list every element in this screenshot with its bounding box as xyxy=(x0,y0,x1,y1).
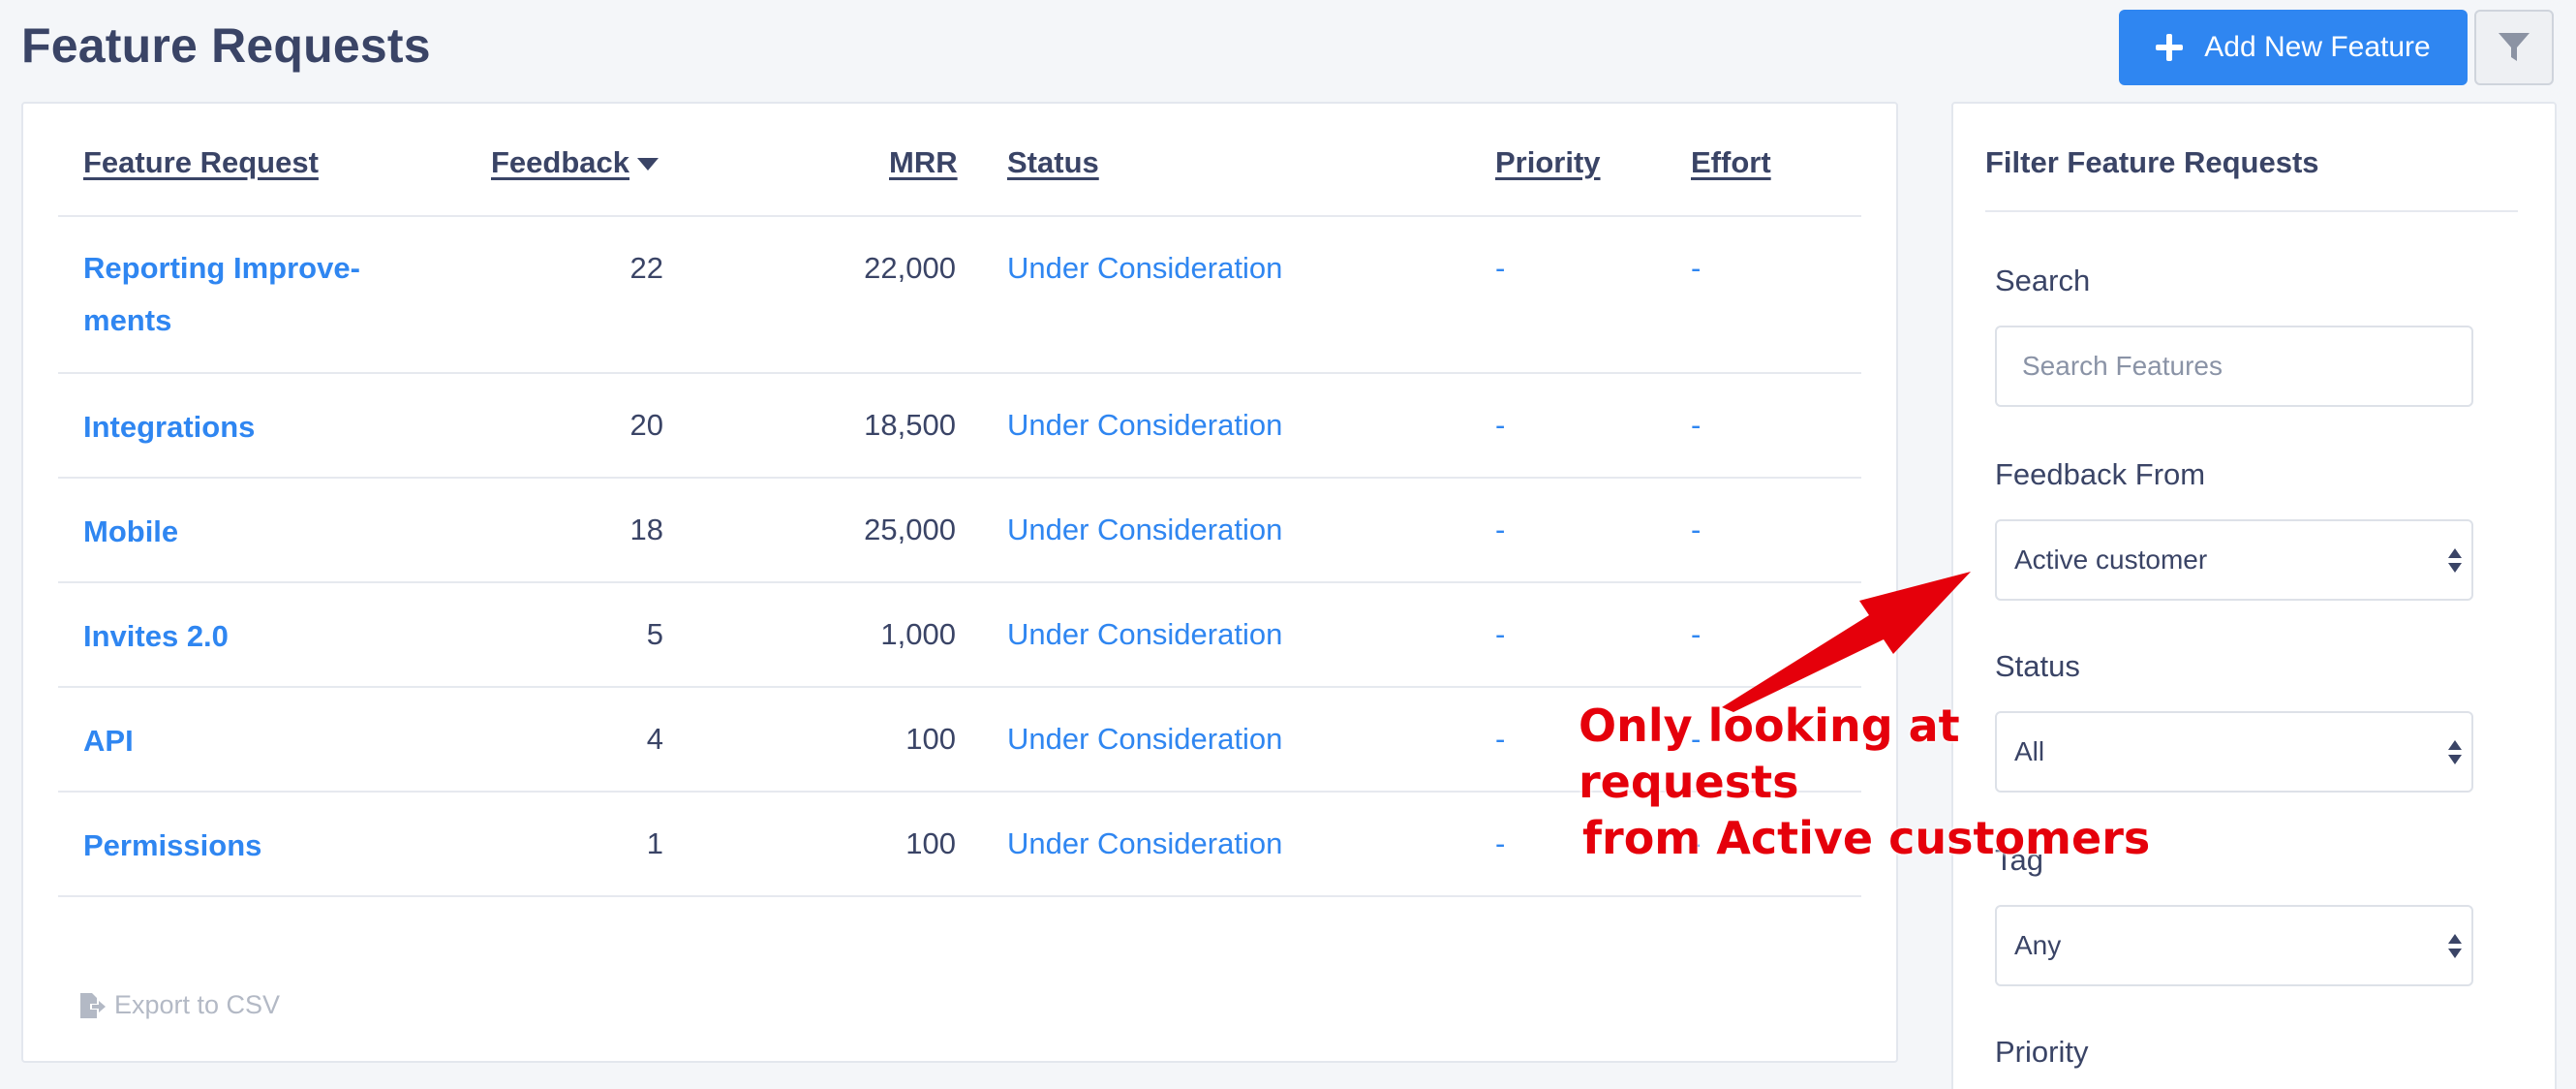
page-title: Feature Requests xyxy=(21,18,431,73)
filter-panel-title: Filter Feature Requests xyxy=(1985,145,2319,179)
feature-name-link[interactable]: Integrations xyxy=(83,401,255,453)
column-header-effort[interactable]: Effort xyxy=(1691,145,1771,180)
priority-link[interactable]: - xyxy=(1495,513,1505,547)
column-header-status[interactable]: Status xyxy=(1007,145,1099,180)
row-divider xyxy=(58,372,1861,374)
tag-filter-select[interactable]: Any xyxy=(1995,905,2473,986)
row-divider xyxy=(58,477,1861,479)
export-csv-link[interactable]: Export to CSV xyxy=(77,990,280,1020)
feedback-count: 18 xyxy=(629,513,663,546)
feature-name-link[interactable]: Mobile xyxy=(83,506,178,558)
column-header-mrr[interactable]: MRR xyxy=(889,145,958,180)
mrr-value: 18,500 xyxy=(864,408,956,442)
filter-toggle-button[interactable] xyxy=(2474,10,2554,85)
sort-desc-icon xyxy=(637,158,659,171)
mrr-value: 25,000 xyxy=(864,513,956,546)
status-link[interactable]: Under Consideration xyxy=(1007,251,1282,286)
mrr-value: 100 xyxy=(905,722,956,756)
row-divider xyxy=(58,581,1861,583)
plus-icon xyxy=(2156,34,2184,61)
feedback-from-value: Active customer xyxy=(2014,544,2208,575)
priority-link[interactable]: - xyxy=(1495,722,1505,757)
status-link[interactable]: Under Consideration xyxy=(1007,513,1282,547)
search-label: Search xyxy=(1995,264,2091,297)
priority-link[interactable]: - xyxy=(1495,251,1505,286)
effort-link[interactable]: - xyxy=(1691,513,1701,547)
feedback-count: 5 xyxy=(646,617,663,651)
feedback-from-label: Feedback From xyxy=(1995,457,2206,491)
feedback-count: 22 xyxy=(629,251,663,285)
feedback-count: 20 xyxy=(629,408,663,442)
export-csv-label: Export to CSV xyxy=(114,990,281,1019)
add-new-feature-label: Add New Feature xyxy=(2204,31,2431,63)
header-divider xyxy=(58,215,1861,217)
feature-name-link[interactable]: API xyxy=(83,715,134,767)
row-divider xyxy=(58,895,1861,897)
column-header-feedback[interactable]: Feedback xyxy=(491,145,659,180)
feedback-from-select[interactable]: Active customer xyxy=(1995,519,2473,601)
feature-name-link[interactable]: Reporting Improve-ments xyxy=(83,242,413,347)
status-filter-label: Status xyxy=(1995,649,2080,683)
priority-link[interactable]: - xyxy=(1495,617,1505,652)
priority-link[interactable]: - xyxy=(1495,408,1505,443)
page: Feature Requests Add New Feature Feature… xyxy=(0,0,2576,1089)
effort-link[interactable]: - xyxy=(1691,251,1701,286)
select-arrows-icon xyxy=(2448,740,2462,767)
priority-link[interactable]: - xyxy=(1495,826,1505,861)
status-link[interactable]: Under Consideration xyxy=(1007,722,1282,757)
add-new-feature-button[interactable]: Add New Feature xyxy=(2119,10,2468,85)
feedback-count: 4 xyxy=(646,722,663,756)
filter-icon xyxy=(2499,33,2530,61)
select-arrows-icon xyxy=(2448,548,2462,576)
mrr-value: 22,000 xyxy=(864,251,956,285)
feature-name-link[interactable]: Permissions xyxy=(83,820,261,872)
column-header-priority[interactable]: Priority xyxy=(1495,145,1601,180)
annotation-text: Only looking at requests from Active cus… xyxy=(1579,698,2160,866)
annotation-arrow xyxy=(1722,572,1971,712)
status-link[interactable]: Under Consideration xyxy=(1007,617,1282,652)
select-arrows-icon xyxy=(2448,934,2462,961)
feature-name-link[interactable]: Invites 2.0 xyxy=(83,610,229,663)
priority-filter-label: Priority xyxy=(1995,1035,2089,1069)
status-link[interactable]: Under Consideration xyxy=(1007,408,1282,443)
column-header-feature-request[interactable]: Feature Request xyxy=(83,145,319,180)
annotation-line-1: Only looking at requests xyxy=(1579,700,1960,808)
effort-link[interactable]: - xyxy=(1691,408,1701,443)
status-link[interactable]: Under Consideration xyxy=(1007,826,1282,861)
column-header-feedback-label: Feedback xyxy=(491,145,630,179)
feedback-count: 1 xyxy=(646,826,663,860)
tag-filter-value: Any xyxy=(2014,930,2062,960)
mrr-value: 100 xyxy=(905,826,956,860)
filter-divider xyxy=(1985,210,2518,212)
annotation-line-2: from Active customers xyxy=(1582,812,2151,864)
file-export-icon xyxy=(80,992,106,1018)
row-divider xyxy=(58,686,1861,688)
mrr-value: 1,000 xyxy=(880,617,956,651)
search-features-input[interactable] xyxy=(1995,326,2473,407)
effort-link[interactable]: - xyxy=(1691,617,1701,652)
